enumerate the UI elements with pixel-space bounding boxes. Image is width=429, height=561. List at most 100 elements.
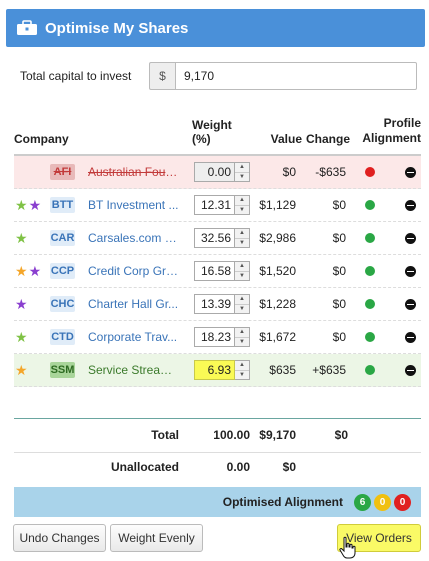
- holding-value: $635: [269, 363, 296, 377]
- spinner[interactable]: ▲ ▼: [235, 195, 250, 215]
- down-arrow-icon[interactable]: ▼: [235, 206, 249, 215]
- alignment-status-icon: [365, 332, 375, 342]
- misaligned-count-badge: 0: [394, 493, 411, 511]
- up-arrow-icon[interactable]: ▲: [235, 196, 249, 206]
- spinner[interactable]: ▲ ▼: [235, 360, 250, 380]
- capital-row: Total capital to invest $: [14, 61, 417, 91]
- company-name[interactable]: Corporate Trav...: [88, 330, 180, 344]
- page-title: Optimise My Shares: [45, 19, 189, 37]
- weight-input[interactable]: [194, 327, 235, 347]
- weight-input[interactable]: [194, 162, 235, 182]
- ticker-badge[interactable]: CAR: [50, 230, 75, 246]
- unallocated-label: Unallocated: [110, 460, 179, 474]
- holding-change: +$635: [312, 363, 346, 377]
- up-arrow-icon[interactable]: ▲: [235, 295, 249, 305]
- weight-evenly-button[interactable]: Weight Evenly: [110, 524, 203, 552]
- ticker-badge[interactable]: BTT: [50, 197, 75, 213]
- down-arrow-icon[interactable]: ▼: [235, 338, 249, 347]
- weight-stepper[interactable]: ▲▼: [194, 294, 250, 314]
- col-alignment-line1: Profile: [383, 116, 421, 130]
- weight-input[interactable]: [194, 294, 235, 314]
- spinner[interactable]: ▲ ▼: [235, 327, 250, 347]
- total-value: $9,170: [259, 428, 296, 442]
- alignment-status-icon: [365, 365, 375, 375]
- remove-icon[interactable]: [405, 298, 416, 310]
- col-alignment: Profile Alignment: [359, 116, 421, 146]
- holding-value: $1,672: [259, 330, 296, 344]
- spinner[interactable]: ▲ ▼: [235, 162, 250, 182]
- star-group: ★ ★: [14, 264, 50, 278]
- total-label: Total: [151, 428, 179, 442]
- table-row: ★★ BTT BT Investment ... ▲▼ $1,129 $0: [14, 189, 421, 222]
- company-name[interactable]: Service Stream ...: [88, 363, 180, 377]
- remove-icon[interactable]: [405, 199, 416, 211]
- ticker-badge[interactable]: CCP: [50, 263, 75, 279]
- weight-input[interactable]: [194, 228, 235, 248]
- star-group: ★: [14, 363, 50, 377]
- star-icon: ★: [28, 197, 42, 213]
- remove-icon[interactable]: [405, 364, 416, 376]
- weight-stepper[interactable]: ▲▼: [194, 261, 250, 281]
- down-arrow-icon[interactable]: ▼: [235, 239, 249, 248]
- alignment-status-icon: [365, 167, 375, 177]
- remove-icon[interactable]: [405, 265, 416, 277]
- weight-input[interactable]: [194, 261, 235, 281]
- holding-change: $0: [332, 297, 346, 311]
- up-arrow-icon[interactable]: ▲: [235, 229, 249, 239]
- up-arrow-icon[interactable]: ▲: [235, 163, 249, 173]
- down-arrow-icon[interactable]: ▼: [235, 173, 249, 182]
- weight-stepper[interactable]: ▲▼: [194, 327, 250, 347]
- star-icon: ★: [15, 197, 28, 213]
- col-change: Change: [305, 132, 350, 146]
- star-group: ★ ★: [14, 198, 50, 212]
- down-arrow-icon[interactable]: ▼: [235, 305, 249, 314]
- star-icon: ★: [15, 362, 28, 378]
- table-row: AFI Australian Foun... ▲▼ $0 -$635: [14, 156, 421, 189]
- ticker-badge[interactable]: CTD: [50, 329, 75, 345]
- company-name[interactable]: Charter Hall Gr...: [88, 297, 180, 311]
- weight-input[interactable]: [194, 195, 235, 215]
- star-icon: ★: [15, 296, 28, 312]
- totals-divider: [14, 418, 421, 419]
- down-arrow-icon[interactable]: ▼: [235, 272, 249, 281]
- undo-changes-button[interactable]: Undo Changes: [13, 524, 106, 552]
- hand-cursor-icon: [339, 536, 356, 559]
- up-arrow-icon[interactable]: ▲: [235, 361, 249, 371]
- weight-stepper[interactable]: ▲▼: [194, 195, 250, 215]
- weight-stepper[interactable]: ▲▼: [194, 360, 250, 380]
- up-arrow-icon[interactable]: ▲: [235, 328, 249, 338]
- remove-icon[interactable]: [405, 331, 416, 343]
- holding-change: $0: [332, 330, 346, 344]
- holding-value: $1,129: [259, 198, 296, 212]
- briefcase-icon: [17, 20, 37, 35]
- weight-stepper[interactable]: ▲▼: [194, 228, 250, 248]
- company-name[interactable]: Australian Foun...: [88, 165, 180, 179]
- company-name[interactable]: Carsales.com Li...: [88, 231, 180, 245]
- col-weight: Weight (%): [192, 118, 232, 146]
- down-arrow-icon[interactable]: ▼: [235, 371, 249, 380]
- ticker-badge[interactable]: AFI: [50, 164, 75, 180]
- currency-prefix: $: [149, 62, 175, 90]
- ticker-badge[interactable]: SSM: [50, 362, 75, 378]
- weight-stepper[interactable]: ▲▼: [194, 162, 250, 182]
- spinner[interactable]: ▲ ▼: [235, 294, 250, 314]
- company-name[interactable]: BT Investment ...: [88, 198, 180, 212]
- ticker-badge[interactable]: CHC: [50, 296, 75, 312]
- spinner[interactable]: ▲ ▼: [235, 228, 250, 248]
- capital-input[interactable]: [175, 62, 417, 90]
- remove-icon[interactable]: [405, 232, 416, 244]
- holding-value: $1,228: [259, 297, 296, 311]
- company-name[interactable]: Credit Corp Gro...: [88, 264, 180, 278]
- table-row: ★ CAR Carsales.com Li... ▲▼ $2,986 $0: [14, 222, 421, 255]
- partial-count-badge: 0: [374, 493, 391, 511]
- spinner[interactable]: ▲ ▼: [235, 261, 250, 281]
- alignment-status-icon: [365, 200, 375, 210]
- aligned-count-badge: 6: [354, 493, 371, 511]
- table-row: ★★ CCP Credit Corp Gro... ▲▼ $1,520 $0: [14, 255, 421, 288]
- weight-input[interactable]: [194, 360, 235, 380]
- remove-icon[interactable]: [405, 166, 416, 178]
- up-arrow-icon[interactable]: ▲: [235, 262, 249, 272]
- star-icon: ★: [28, 263, 42, 279]
- star-icon: ★: [15, 263, 28, 279]
- unallocated-weight: 0.00: [226, 460, 250, 474]
